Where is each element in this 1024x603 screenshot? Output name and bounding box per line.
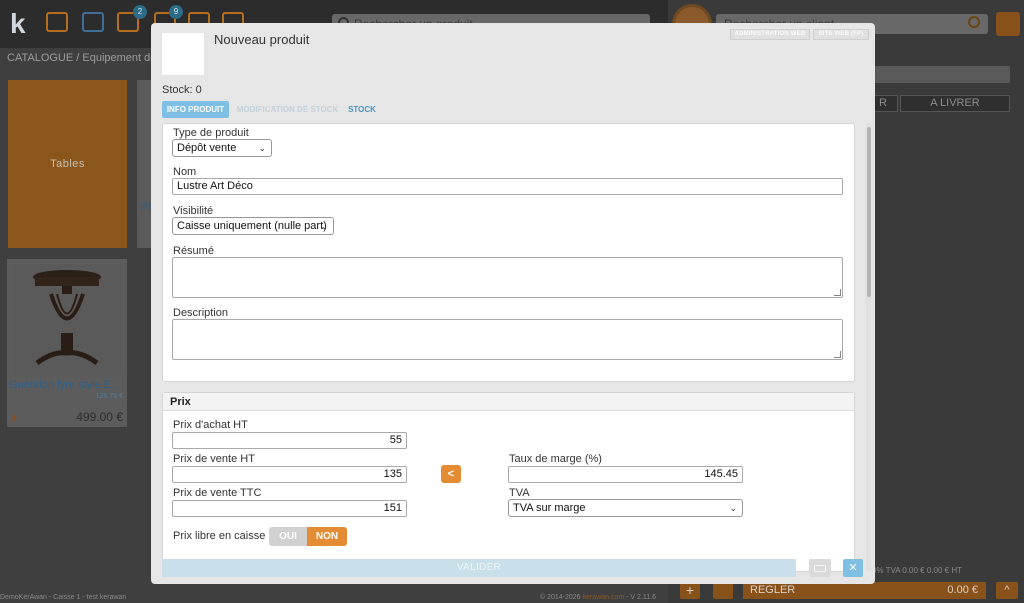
category-tile[interactable]: Va <box>137 80 151 248</box>
product-image <box>13 263 121 375</box>
prix-header: Prix <box>163 393 854 411</box>
category-tile-label: Va <box>139 200 151 212</box>
toggle-non[interactable]: NON <box>307 527 347 546</box>
vente-ht-label: Prix de vente HT <box>173 453 255 465</box>
tva-label: TVA <box>509 487 530 499</box>
vente-ht-input[interactable]: 135 <box>172 466 407 483</box>
tickets-badge: 9 <box>169 5 183 19</box>
chevron-down-icon: ⌄ <box>320 221 328 231</box>
toggle-oui[interactable]: OUI <box>269 527 307 546</box>
type-select[interactable]: Dépôt vente ⌄ <box>172 139 272 157</box>
summary-textarea[interactable] <box>172 257 843 298</box>
printer-icon <box>814 565 826 572</box>
stock-count: Stock: 0 <box>162 84 202 96</box>
chevron-left-icon[interactable]: < <box>441 465 461 483</box>
visibility-value: Caisse uniquement (nulle part) <box>177 220 327 232</box>
print-button[interactable] <box>809 559 831 577</box>
product-card[interactable]: Guéridon lyre style E... 126.75 € + 499.… <box>7 259 127 427</box>
scrollbar-thumb[interactable] <box>867 127 871 297</box>
site-web-button[interactable]: SITE WEB (FP) <box>813 29 869 40</box>
close-button[interactable]: ✕ <box>843 559 863 577</box>
cart-comment-field[interactable] <box>868 66 1010 83</box>
summary-label: Résumé <box>173 245 214 257</box>
cart-total: 0.00 € <box>796 582 986 599</box>
catalog-icon[interactable] <box>82 12 104 32</box>
description-label: Description <box>173 307 229 319</box>
prix-libre-label: Prix libre en caisse <box>173 530 266 542</box>
cart-totals: 0% TVA 0.00 € 0.00 € HT <box>872 566 962 575</box>
footer-copyright: © 2014-2026 kerawan.com - V 2.11.6 <box>540 594 656 601</box>
achat-input[interactable]: 55 <box>172 432 407 449</box>
tva-select[interactable]: TVA sur marge ⌄ <box>508 499 743 517</box>
breadcrumb: CATALOGUE / Equipement de <box>7 52 157 64</box>
grid-menu-button[interactable] <box>996 12 1020 36</box>
footer-store: DemoKerAwan - Caisse 1 - test kerawan <box>0 594 127 601</box>
tab-stock[interactable]: STOCK <box>346 101 378 118</box>
orders-badge: 2 <box>133 5 147 19</box>
marge-input[interactable]: 145.45 <box>508 466 743 483</box>
footer-link[interactable]: kerawan.com <box>583 594 625 601</box>
visibility-select[interactable]: Caisse uniquement (nulle part) ⌄ <box>172 217 334 235</box>
prix-libre-toggle[interactable]: OUI NON <box>269 527 347 546</box>
add-product-icon[interactable]: + <box>11 411 18 425</box>
visibility-label: Visibilité <box>173 205 214 217</box>
category-tile-label: Tables <box>50 158 85 170</box>
register-icon[interactable] <box>46 12 68 32</box>
product-thumbnail[interactable] <box>162 33 204 75</box>
product-buy-price: 126.75 € <box>95 393 123 400</box>
tab-a-livrer[interactable]: A LIVRER <box>900 95 1010 112</box>
footer-copy-text: © 2014-2026 <box>540 594 581 601</box>
new-product-modal: Nouveau produit ADMINISTRATION WEB SITE … <box>151 23 875 584</box>
close-icon: ✕ <box>848 562 858 574</box>
tab-info-produit[interactable]: INFO PRODUIT <box>162 101 229 118</box>
tva-value: TVA sur marge <box>513 502 586 514</box>
chevron-up-icon[interactable]: ^ <box>996 582 1018 599</box>
resize-grip-icon[interactable] <box>834 351 841 358</box>
add-line-button[interactable]: + <box>680 582 700 599</box>
product-name: Guéridon lyre style E... <box>9 379 121 391</box>
delete-button[interactable] <box>713 582 733 599</box>
type-label: Type de produit <box>173 127 249 139</box>
name-label: Nom <box>173 166 197 178</box>
resize-grip-icon[interactable] <box>834 289 841 296</box>
footer-version: - V 2.11.6 <box>626 594 656 601</box>
admin-web-button[interactable]: ADMINISTRATION WEB <box>730 29 810 40</box>
modal-title: Nouveau produit <box>214 32 310 47</box>
type-value: Dépôt vente <box>177 142 237 154</box>
client-search-icon <box>968 16 980 28</box>
vente-ttc-label: Prix de vente TTC <box>173 487 262 499</box>
product-price: 499.00 € <box>76 410 123 424</box>
name-input[interactable]: Lustre Art Déco <box>172 178 843 195</box>
valider-button[interactable]: VALIDER <box>162 559 796 577</box>
tab-modification-stock[interactable]: MODIFICATION DE STOCK <box>234 101 341 118</box>
achat-label: Prix d'achat HT <box>173 419 248 431</box>
regler-button[interactable]: REGLER <box>743 582 797 599</box>
description-textarea[interactable] <box>172 319 843 360</box>
logo: k <box>10 8 26 39</box>
chevron-down-icon: ⌄ <box>729 503 737 513</box>
category-tile-tables[interactable]: Tables <box>8 80 127 248</box>
chevron-down-icon: ⌄ <box>258 143 266 153</box>
marge-label: Taux de marge (%) <box>509 453 602 465</box>
vente-ttc-input[interactable]: 151 <box>172 500 407 517</box>
